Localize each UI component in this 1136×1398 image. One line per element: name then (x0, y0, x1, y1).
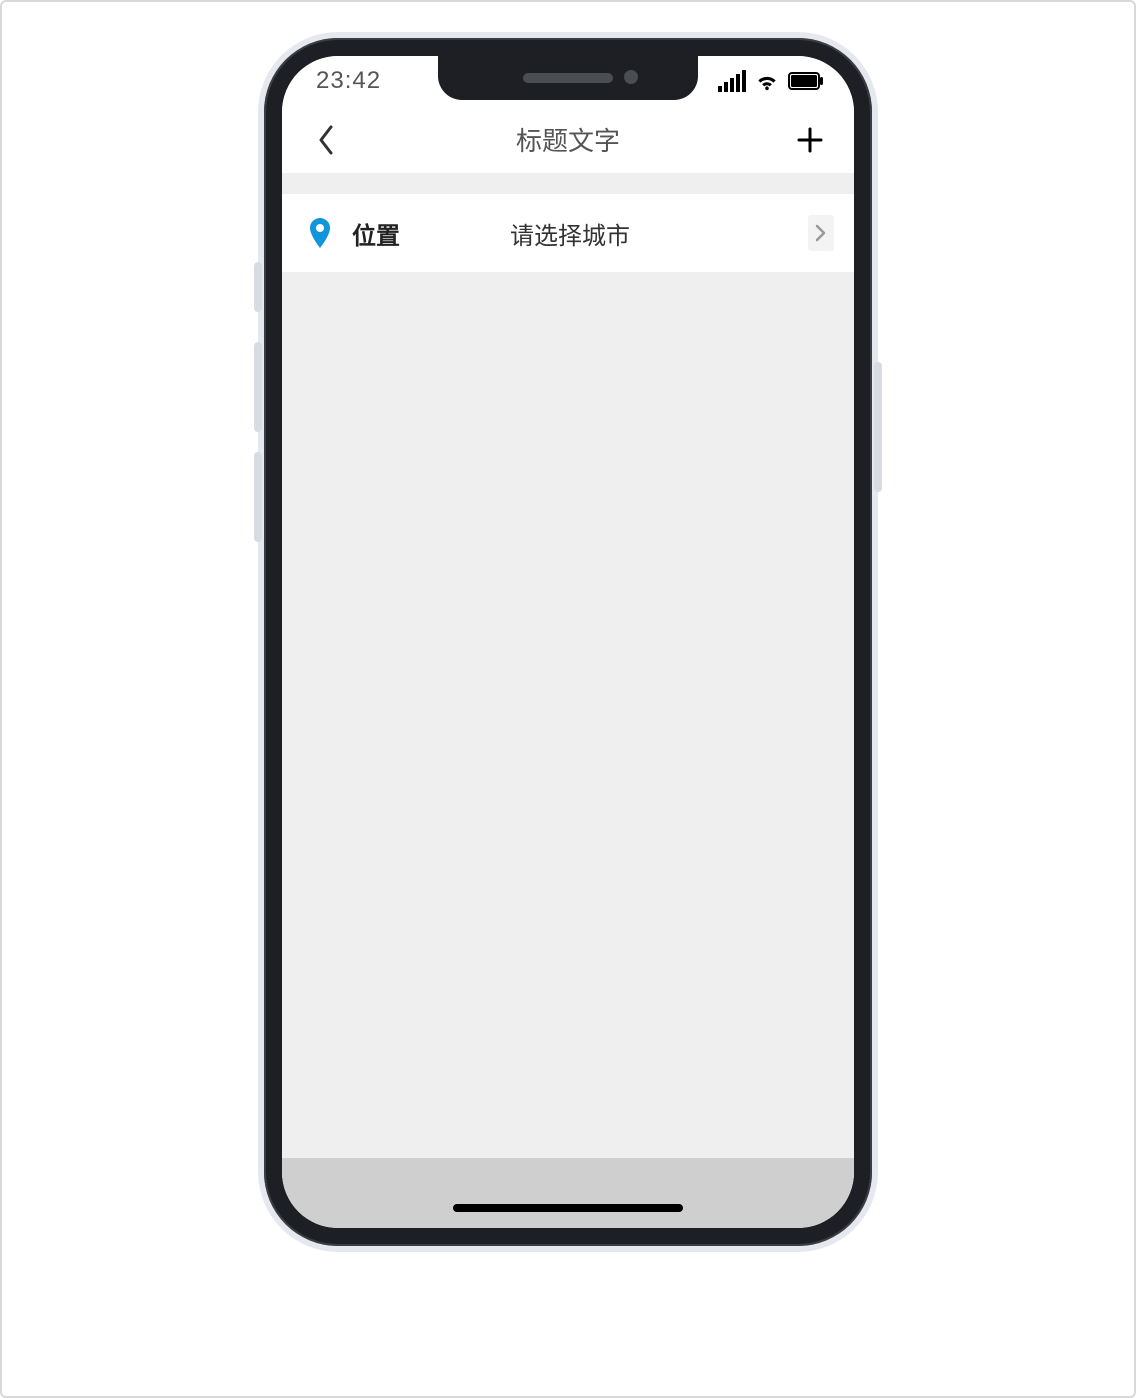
plus-icon (796, 126, 824, 154)
device-side-button (254, 262, 262, 312)
bottom-shade (282, 1158, 854, 1228)
device-outline: 23:42 (264, 38, 872, 1246)
device-side-button (874, 362, 882, 492)
status-indicators (716, 70, 824, 92)
back-button[interactable] (306, 120, 346, 160)
page-title: 标题文字 (516, 121, 620, 158)
wifi-icon (754, 71, 780, 91)
device-notch (438, 56, 698, 100)
content-area: 位置 请选择城市 (282, 174, 854, 1228)
page-frame: 23:42 (0, 0, 1136, 1398)
device-side-button (254, 342, 262, 432)
location-row[interactable]: 位置 请选择城市 (282, 194, 854, 272)
device-screen: 23:42 (282, 56, 854, 1228)
location-pin-icon (306, 219, 334, 247)
device-side-button (254, 452, 262, 542)
status-time: 23:42 (316, 67, 381, 95)
chevron-right-icon (808, 215, 834, 251)
home-indicator[interactable] (453, 1204, 683, 1212)
location-value: 请选择城市 (490, 216, 790, 251)
add-button[interactable] (790, 120, 830, 160)
device-mock: 23:42 (258, 32, 878, 1252)
chevron-left-icon (317, 125, 335, 155)
battery-icon (788, 72, 824, 90)
location-label: 位置 (352, 216, 472, 251)
nav-bar: 标题文字 (282, 106, 854, 174)
speaker-icon (523, 73, 613, 83)
cellular-signal-icon (716, 70, 746, 92)
camera-icon (624, 70, 638, 84)
